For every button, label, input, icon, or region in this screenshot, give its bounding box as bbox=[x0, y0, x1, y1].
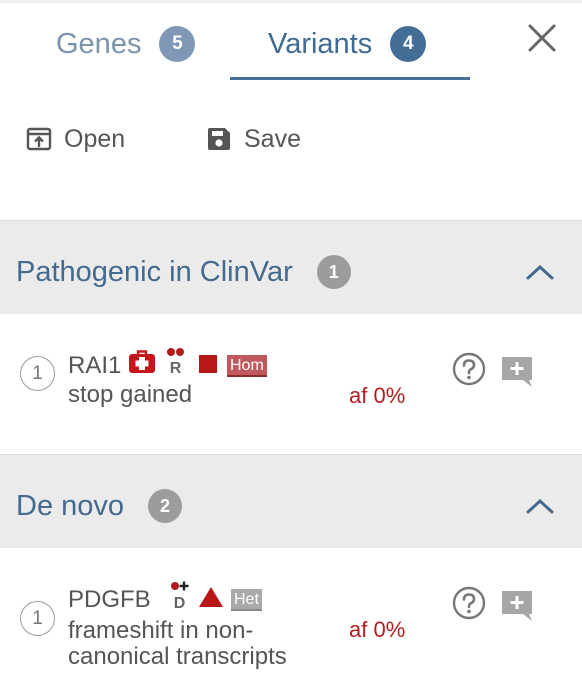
variant-gene: RAI1 bbox=[68, 352, 122, 379]
inheritance-letter: D bbox=[174, 595, 186, 612]
help-icon[interactable] bbox=[452, 352, 486, 386]
save-label: Save bbox=[244, 124, 301, 153]
section-header-pathogenic-clinvar[interactable]: Pathogenic in ClinVar 1 bbox=[0, 220, 582, 314]
recessive-inheritance-icon: R bbox=[167, 348, 184, 377]
variant-effect: frameshift in non-canonical transcripts bbox=[68, 617, 287, 670]
tab-genes[interactable]: Genes 5 bbox=[56, 24, 196, 64]
top-divider bbox=[0, 0, 582, 3]
inheritance-letter: R bbox=[170, 360, 182, 377]
tab-genes-label: Genes bbox=[56, 27, 142, 60]
section-title: De novo 2 bbox=[16, 489, 183, 523]
tab-variants-count-badge: 4 bbox=[390, 26, 427, 62]
de-novo-inheritance-icon: D bbox=[171, 581, 189, 612]
zygosity-badge: Hom bbox=[227, 355, 267, 377]
section-count-badge: 1 bbox=[316, 255, 351, 289]
variant-row[interactable]: 1 RAI1 R Hom stop gained af 0% bbox=[0, 314, 582, 454]
active-tab-indicator bbox=[230, 77, 470, 80]
save-disk-icon bbox=[208, 128, 230, 150]
chevron-up-icon[interactable] bbox=[524, 262, 556, 282]
section-header-de-novo[interactable]: De novo 2 bbox=[0, 454, 582, 548]
allele-frequency: af 0% bbox=[349, 617, 406, 642]
triangle-high-impact-icon bbox=[199, 587, 223, 607]
tab-genes-count-badge: 5 bbox=[159, 26, 196, 62]
section-count-badge: 2 bbox=[148, 489, 183, 523]
open-button[interactable]: Open bbox=[26, 122, 125, 156]
variant-row[interactable]: 1 PDGFB D Het frameshift in non-canonica… bbox=[0, 548, 582, 684]
medical-kit-icon bbox=[129, 350, 155, 373]
help-icon[interactable] bbox=[452, 586, 486, 620]
chevron-up-icon[interactable] bbox=[524, 496, 556, 516]
variant-index: 1 bbox=[20, 356, 55, 391]
variant-index: 1 bbox=[20, 601, 55, 636]
tab-variants[interactable]: Variants 4 bbox=[268, 24, 427, 64]
variant-gene: PDGFB bbox=[68, 586, 151, 613]
section-title: Pathogenic in ClinVar 1 bbox=[16, 255, 351, 289]
add-note-icon[interactable] bbox=[501, 590, 533, 622]
variant-effect: stop gained bbox=[68, 381, 193, 408]
open-label: Open bbox=[64, 124, 126, 153]
close-button[interactable] bbox=[526, 22, 558, 54]
section-title-text: Pathogenic in ClinVar bbox=[16, 255, 293, 288]
zygosity-badge: Het bbox=[231, 589, 262, 611]
open-file-icon bbox=[26, 127, 52, 151]
tab-variants-label: Variants bbox=[268, 27, 373, 60]
square-high-impact-icon bbox=[199, 355, 217, 373]
save-button[interactable]: Save bbox=[206, 122, 301, 156]
close-icon bbox=[528, 24, 556, 52]
allele-frequency: af 0% bbox=[349, 383, 406, 408]
section-title-text: De novo bbox=[16, 489, 125, 522]
add-note-icon[interactable] bbox=[501, 356, 533, 388]
